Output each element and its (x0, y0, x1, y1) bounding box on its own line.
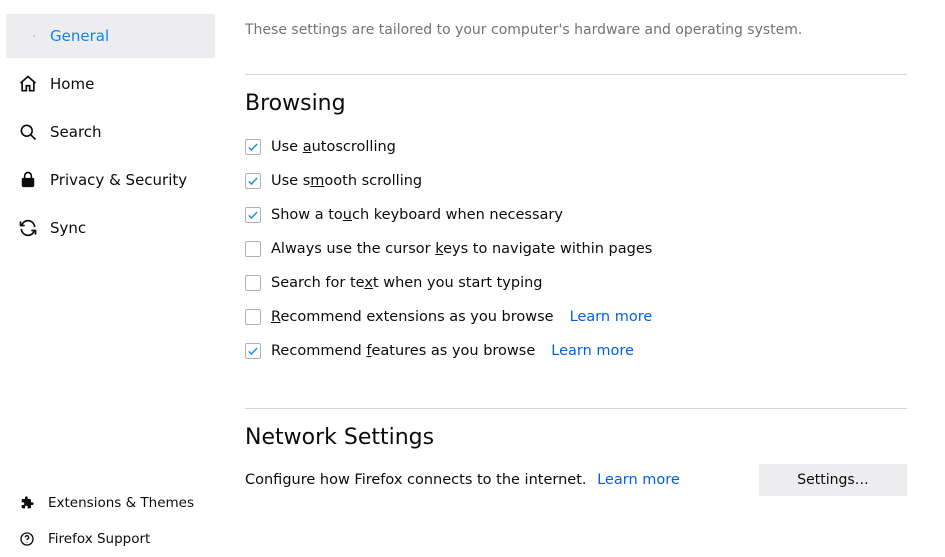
browsing-option-row: Recommend features as you browse Learn mo… (245, 334, 907, 368)
browsing-option-row: Search for text when you start typing (245, 266, 907, 300)
network-settings-button[interactable]: Settings… (759, 464, 907, 496)
checkbox[interactable] (245, 343, 261, 359)
sidebar-footer-label: Extensions & Themes (48, 495, 194, 511)
learn-more-link[interactable]: Learn more (551, 343, 634, 359)
network-desc-line: Configure how Firefox connects to the in… (245, 472, 680, 488)
intro-text: These settings are tailored to your comp… (245, 22, 907, 38)
section-title-network: Network Settings (245, 425, 907, 450)
learn-more-link[interactable]: Learn more (570, 309, 653, 325)
option-label[interactable]: Search for text when you start typing (271, 275, 543, 291)
gear-icon (18, 26, 38, 46)
browsing-option-row: Show a touch keyboard when necessary (245, 198, 907, 232)
sync-icon (18, 218, 38, 238)
option-label[interactable]: Recommend features as you browse (271, 343, 535, 359)
checkbox[interactable] (245, 309, 261, 325)
puzzle-icon (18, 494, 36, 512)
sidebar-footer-extensions[interactable]: Extensions & Themes (6, 485, 215, 521)
option-label[interactable]: Use autoscrolling (271, 139, 396, 155)
divider (245, 408, 907, 409)
browsing-option-row: Use smooth scrolling (245, 164, 907, 198)
home-icon (18, 74, 38, 94)
sidebar-item-label: Home (50, 75, 94, 93)
network-row: Configure how Firefox connects to the in… (245, 464, 907, 496)
help-icon (18, 530, 36, 548)
sidebar-item-privacy[interactable]: Privacy & Security (6, 158, 215, 202)
checkbox[interactable] (245, 241, 261, 257)
sidebar-item-label: Search (50, 123, 102, 141)
sidebar-item-general[interactable]: General (6, 14, 215, 58)
search-icon (18, 122, 38, 142)
sidebar-item-sync[interactable]: Sync (6, 206, 215, 250)
checkbox[interactable] (245, 173, 261, 189)
divider (245, 74, 907, 75)
checkbox[interactable] (245, 139, 261, 155)
network-learn-more-link[interactable]: Learn more (597, 472, 680, 488)
settings-main: These settings are tailored to your comp… (215, 0, 945, 557)
option-label[interactable]: Use smooth scrolling (271, 173, 422, 189)
browsing-option-row: Recommend extensions as you browse Learn … (245, 300, 907, 334)
settings-sidebar: General Home Search Privacy & Security S… (0, 0, 215, 557)
sidebar-item-search[interactable]: Search (6, 110, 215, 154)
lock-icon (18, 170, 38, 190)
sidebar-item-label: Privacy & Security (50, 171, 187, 189)
sidebar-item-home[interactable]: Home (6, 62, 215, 106)
browsing-option-row: Use autoscrolling (245, 130, 907, 164)
checkbox[interactable] (245, 275, 261, 291)
section-title-browsing: Browsing (245, 91, 907, 116)
sidebar-item-label: General (50, 27, 109, 45)
option-label[interactable]: Always use the cursor keys to navigate w… (271, 241, 652, 257)
sidebar-item-label: Sync (50, 219, 86, 237)
browsing-option-row: Always use the cursor keys to navigate w… (245, 232, 907, 266)
sidebar-footer-label: Firefox Support (48, 531, 150, 547)
option-label[interactable]: Recommend extensions as you browse (271, 309, 554, 325)
checkbox[interactable] (245, 207, 261, 223)
option-label[interactable]: Show a touch keyboard when necessary (271, 207, 563, 223)
sidebar-footer-support[interactable]: Firefox Support (6, 521, 215, 557)
network-desc: Configure how Firefox connects to the in… (245, 472, 587, 488)
browsing-options: Use autoscrolling Use smooth scrolling Sho… (245, 130, 907, 368)
